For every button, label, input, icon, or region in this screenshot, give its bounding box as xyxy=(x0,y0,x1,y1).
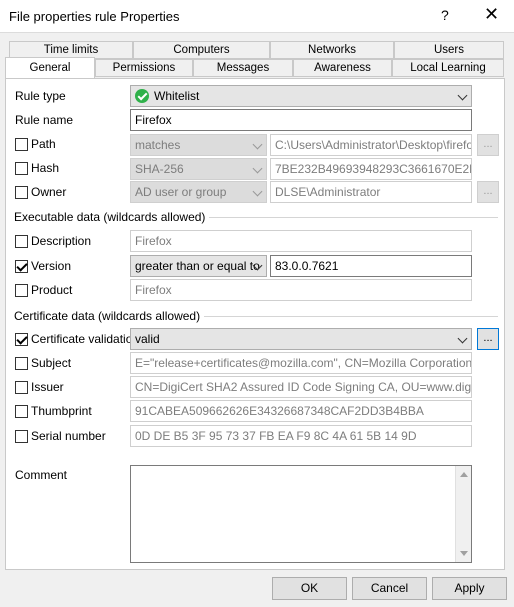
owner-checkbox[interactable] xyxy=(15,186,28,199)
version-operator-select[interactable]: greater than or equal to xyxy=(130,255,267,277)
path-label: Path xyxy=(31,137,56,151)
description-label: Description xyxy=(31,234,92,248)
hash-operator-select[interactable]: SHA-256 xyxy=(130,158,267,180)
chevron-down-icon xyxy=(252,163,263,174)
cert-validation-button[interactable]: ... xyxy=(477,328,499,350)
subject-label: Subject xyxy=(31,356,72,370)
product-checkbox[interactable] xyxy=(15,284,28,297)
product-label: Product xyxy=(31,283,73,297)
title-bar: File properties rule Properties ? ✕ xyxy=(0,0,514,33)
tab-general[interactable]: General xyxy=(5,57,95,78)
product-input[interactable]: Firefox xyxy=(130,279,472,301)
comment-label: Comment xyxy=(15,468,68,482)
comment-scrollbar[interactable] xyxy=(455,466,471,562)
description-checkbox[interactable] xyxy=(15,235,28,248)
tab-permissions[interactable]: Permissions xyxy=(95,59,193,77)
description-input[interactable]: Firefox xyxy=(130,230,472,252)
chevron-down-icon xyxy=(457,90,468,101)
serial-number-checkbox[interactable] xyxy=(15,430,28,443)
check-circle-icon xyxy=(135,89,149,103)
cert-validation-select[interactable]: valid xyxy=(130,328,472,350)
subject-input[interactable]: E="release+certificates@mozilla.com", CN… xyxy=(130,352,472,374)
hash-input[interactable]: 7BE232B49693948293C3661670E2D93B xyxy=(270,158,472,180)
path-input[interactable]: C:\Users\Administrator\Desktop\firefox.e… xyxy=(270,134,472,156)
serial-number-input[interactable]: 0D DE B5 3F 95 73 37 FB EA F9 8C 4A 61 5… xyxy=(130,425,472,447)
version-checkbox[interactable] xyxy=(15,260,28,273)
rule-type-label: Rule type xyxy=(15,89,66,103)
thumbprint-label: Thumbprint xyxy=(31,404,92,418)
ok-button[interactable]: OK xyxy=(272,577,347,600)
path-checkbox[interactable] xyxy=(15,138,28,151)
owner-label: Owner xyxy=(31,185,67,199)
owner-browse-button[interactable]: ... xyxy=(477,181,499,203)
hash-label: Hash xyxy=(31,161,60,175)
cert-validation-label: Certificate validation xyxy=(31,332,140,346)
owner-operator-select[interactable]: AD user or group xyxy=(130,181,267,203)
certificate-section-title: Certificate data (wildcards allowed) xyxy=(14,309,205,323)
version-input[interactable]: 83.0.0.7621 xyxy=(270,255,472,277)
thumbprint-input[interactable]: 91CABEA509662626E34326687348CAF2DD3B4BBA xyxy=(130,400,472,422)
rule-type-select[interactable]: Whitelist xyxy=(130,85,472,107)
subject-checkbox[interactable] xyxy=(15,357,28,370)
tab-networks[interactable]: Networks xyxy=(270,41,394,59)
close-icon[interactable]: ✕ xyxy=(484,4,499,25)
issuer-input[interactable]: CN=DigiCert SHA2 Assured ID Code Signing… xyxy=(130,376,472,398)
version-label: Version xyxy=(31,259,72,273)
issuer-checkbox[interactable] xyxy=(15,381,28,394)
tab-awareness[interactable]: Awareness xyxy=(293,59,392,77)
executable-section-title: Executable data (wildcards allowed) xyxy=(14,210,210,224)
chevron-down-icon xyxy=(252,186,263,197)
path-operator-select[interactable]: matches xyxy=(130,134,267,156)
chevron-down-icon xyxy=(457,333,468,344)
tab-local-learning[interactable]: Local Learning xyxy=(392,59,504,77)
issuer-label: Issuer xyxy=(31,380,64,394)
tab-messages[interactable]: Messages xyxy=(193,59,293,77)
path-browse-button[interactable]: ... xyxy=(477,134,499,156)
cert-validation-checkbox[interactable] xyxy=(15,333,28,346)
cancel-button[interactable]: Cancel xyxy=(352,577,427,600)
apply-button[interactable]: Apply xyxy=(432,577,507,600)
chevron-down-icon xyxy=(252,139,263,150)
hash-checkbox[interactable] xyxy=(15,162,28,175)
serial-number-label: Serial number xyxy=(31,429,106,443)
rule-name-input[interactable]: Firefox xyxy=(130,109,472,131)
tab-users[interactable]: Users xyxy=(394,41,504,59)
help-button[interactable]: ? xyxy=(441,7,449,23)
owner-input[interactable]: DLSE\Administrator xyxy=(270,181,472,203)
comment-textarea[interactable] xyxy=(130,465,472,563)
scroll-down-icon[interactable] xyxy=(460,551,468,556)
thumbprint-checkbox[interactable] xyxy=(15,405,28,418)
scroll-up-icon[interactable] xyxy=(460,472,468,477)
rule-name-label: Rule name xyxy=(15,113,74,127)
window-title: File properties rule Properties xyxy=(9,9,180,24)
tab-computers[interactable]: Computers xyxy=(133,41,270,59)
